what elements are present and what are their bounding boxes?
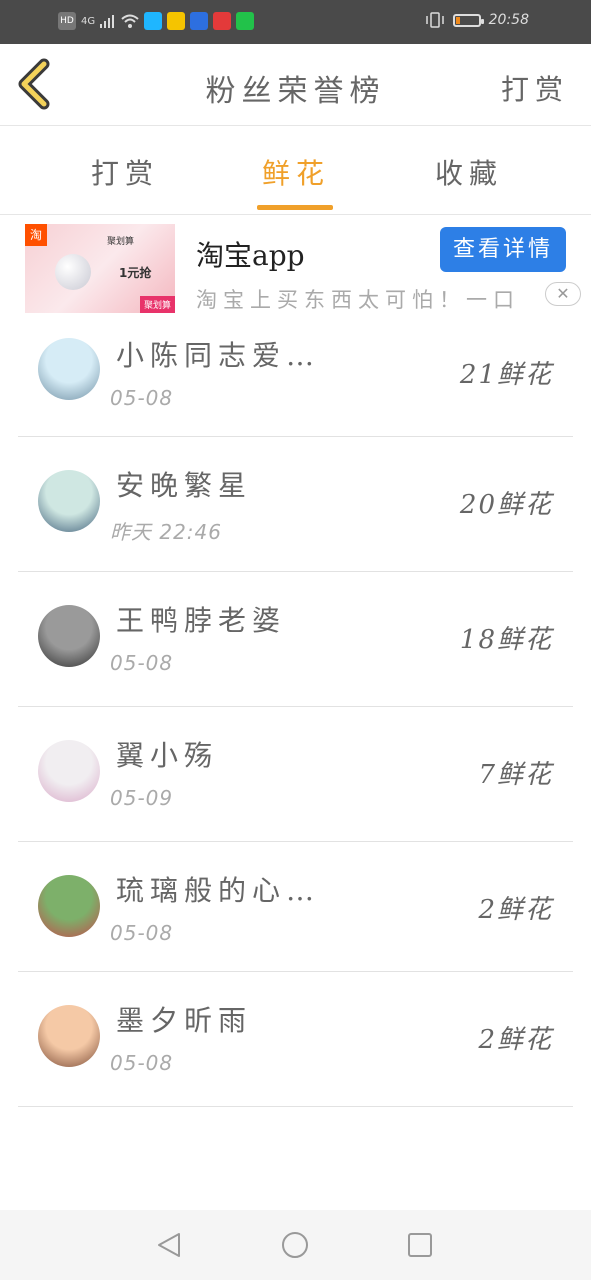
fan-row[interactable]: 小陈同志爱… 05-08 21鲜花 [18,316,573,437]
close-ad-button[interactable]: ✕ [545,282,581,306]
product-image [55,254,91,290]
fan-row[interactable]: 王鸭脖老婆 05-08 18鲜花 [18,571,573,707]
flower-count: 2鲜花 [478,1025,553,1055]
clock: 20:58 [488,12,529,28]
fan-name: 安晚繁星 [116,469,253,502]
fan-name: 小陈同志爱… [116,339,321,372]
network-type: 4G [81,15,96,27]
signal-icon [100,15,115,28]
status-bar: HD 4G 20:58 [0,0,591,44]
reward-button[interactable]: 打赏 [501,68,569,108]
fan-name: 墨夕昕雨 [116,1004,253,1037]
tab-flowers[interactable]: 鲜花 [262,152,330,192]
vibrate-icon [425,12,444,28]
fan-date: 05-08 [110,1051,174,1075]
fan-date: 05-08 [110,386,174,410]
fan-date: 昨天 22:46 [110,520,222,544]
fan-name: 琉璃般的心… [116,874,321,907]
fan-avatar[interactable] [38,338,100,400]
fan-row[interactable]: 安晚繁星昨天 22:46 20鲜花 [18,436,573,572]
home-circle-icon[interactable] [280,1230,310,1260]
ad-image-price: 1元抢 [119,266,152,280]
ad-image[interactable]: 淘 聚划算 1元抢 聚划算 [25,224,175,313]
ad-title: 淘宝app [196,239,305,272]
weibo-app-icon [213,12,232,30]
wifi-icon [121,14,139,28]
taobao-badge: 淘 [25,224,47,246]
flower-count: 21鲜花 [459,360,553,390]
fan-avatar[interactable] [38,740,100,802]
game-app-icon [167,12,186,30]
fan-date: 05-09 [110,786,174,810]
flower-count: 7鲜花 [478,760,553,790]
iqiyi-app-icon [236,12,255,30]
fan-avatar[interactable] [38,875,100,937]
top-app-bar: 粉丝荣誉榜 打赏 [0,44,591,126]
fan-name: 王鸭脖老婆 [116,604,287,637]
status-right-icons: 20:58 [425,12,529,28]
view-details-button[interactable]: 查看详情 [440,227,566,272]
flower-count: 2鲜花 [478,895,553,925]
fan-row[interactable]: 琉璃般的心… 05-08 2鲜花 [18,841,573,972]
back-triangle-icon[interactable] [155,1230,185,1260]
fan-row[interactable]: 翼小殇 05-09 7鲜花 [18,706,573,842]
active-tab-indicator [257,205,333,210]
ad-image-tag: 聚划算 [107,237,135,247]
ad-image-brand: 聚划算 [139,296,175,313]
baidu-app-icon [190,12,209,30]
fan-name: 翼小殇 [116,739,219,772]
system-navigation-bar [0,1210,591,1280]
battery-level [455,16,461,24]
ad-banner[interactable]: 淘 聚划算 1元抢 聚划算 淘宝app 查看详情 淘宝上买东西太可怕！一口 ✕ [0,216,591,316]
ad-description: 淘宝上买东西太可怕！一口 [196,288,520,312]
recents-square-icon[interactable] [405,1230,435,1260]
flower-count: 18鲜花 [459,625,553,655]
status-left-icons: HD 4G [58,12,255,30]
fan-avatar[interactable] [38,1005,100,1067]
hd-badge: HD [58,12,76,30]
fan-avatar[interactable] [38,470,100,532]
video-app-icon [144,12,163,30]
fan-date: 05-08 [110,651,174,675]
tab-favorites[interactable]: 收藏 [435,152,503,192]
tab-bar: 打赏 鲜花 收藏 [0,126,591,215]
flower-count: 20鲜花 [459,490,553,520]
battery-icon [452,13,484,27]
tab-reward[interactable]: 打赏 [91,152,159,192]
fan-avatar[interactable] [38,605,100,667]
fan-date: 05-08 [110,921,174,945]
fan-row[interactable]: 墨夕昕雨 05-08 2鲜花 [18,971,573,1107]
